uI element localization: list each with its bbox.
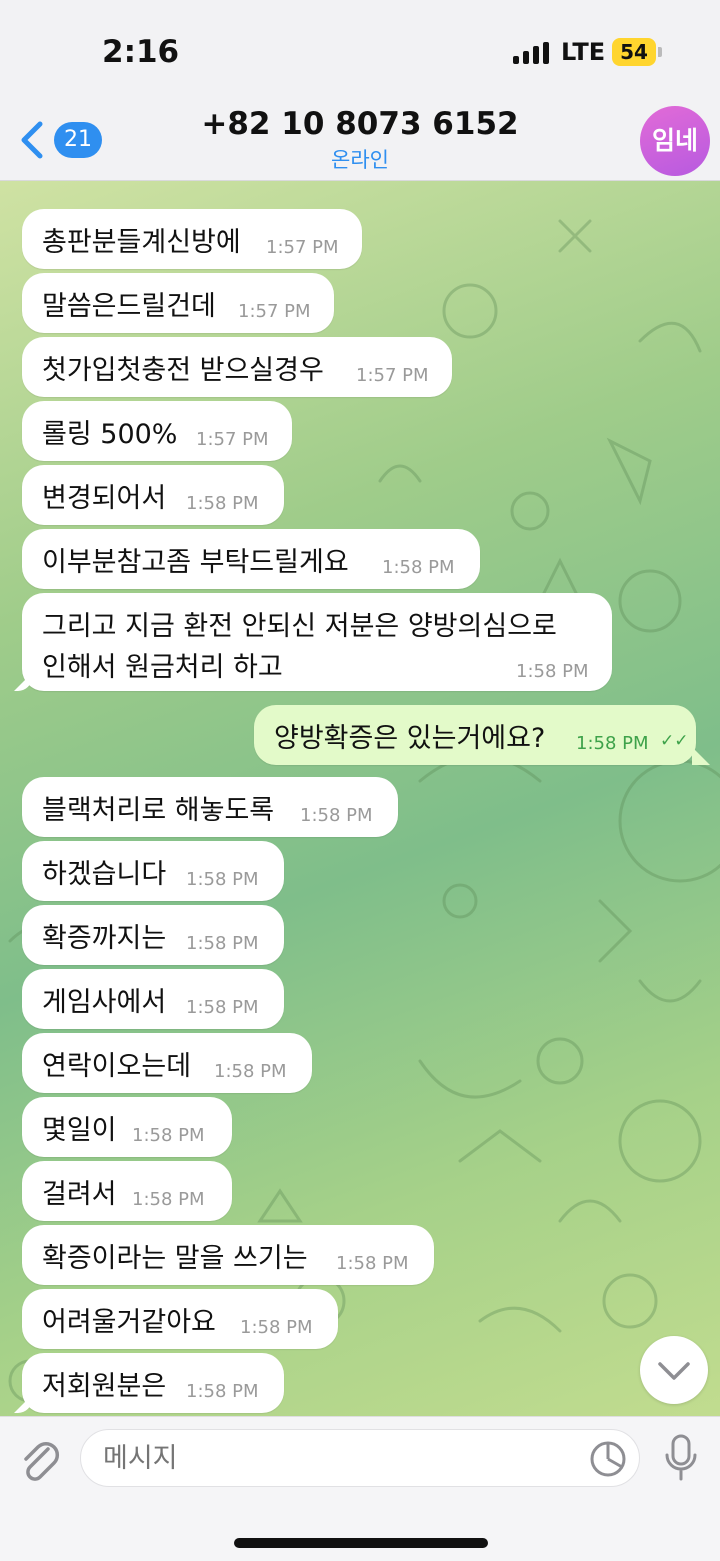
message-text: 양방확증은 있는거에요?	[274, 723, 546, 754]
home-indicator	[234, 1538, 488, 1548]
message-text: 저회원분은	[42, 1371, 167, 1402]
message-text: 이부분참고좀 부탁드릴게요	[42, 547, 349, 578]
message-time: 1:57 PM	[238, 301, 311, 322]
network-label: LTE	[561, 38, 606, 66]
avatar[interactable]: 임네	[640, 106, 710, 176]
message-bubble[interactable]: 걸려서 1:58 PM	[22, 1161, 232, 1221]
battery-icon: 54	[612, 38, 656, 66]
message-text: 확증까지는	[42, 923, 167, 954]
message-time: 1:58 PM	[186, 933, 259, 954]
message-time: 1:58 PM	[240, 1317, 313, 1338]
battery-tip	[658, 47, 662, 57]
message-text: 그리고 지금 환전 안되신 저분은 양방의심으로	[42, 611, 557, 642]
message-bubble[interactable]: 하겠습니다 1:58 PM	[22, 841, 284, 901]
message-text: 인해서 원금처리 하고	[42, 652, 283, 683]
chat-title[interactable]: +82 10 8073 6152	[0, 106, 720, 142]
message-bubble[interactable]: 변경되어서 1:58 PM	[22, 465, 284, 525]
signal-icon	[513, 42, 549, 64]
message-bubble[interactable]: 그리고 지금 환전 안되신 저분은 양방의심으로 인해서 원금처리 하고 1:5…	[14, 593, 612, 691]
message-text: 하겠습니다	[42, 859, 167, 890]
message-text: 게임사에서	[42, 987, 167, 1018]
message-time: 1:58 PM	[576, 733, 649, 754]
message-text: 연락이오는데	[42, 1051, 192, 1082]
message-time: 1:57 PM	[356, 365, 429, 386]
message-time: 1:58 PM	[132, 1189, 205, 1210]
message-bubble[interactable]: 어려울거같아요 1:58 PM	[22, 1289, 338, 1349]
message-time: 1:58 PM	[186, 493, 259, 514]
status-time: 2:16	[102, 34, 180, 70]
message-text: 확증이라는 말을 쓰기는	[42, 1243, 308, 1274]
message-time: 1:57 PM	[266, 237, 339, 258]
message-time: 1:58 PM	[186, 869, 259, 890]
message-bubble[interactable]: 롤링 500% 1:57 PM	[22, 401, 292, 461]
message-time: 1:58 PM	[214, 1061, 287, 1082]
message-bubble[interactable]: 저회원분은 1:58 PM	[14, 1353, 284, 1413]
chat-header: 2:16 LTE 54 21 +82 10 8073 6152 온라인 임네	[0, 0, 720, 181]
message-bubble[interactable]: 확증이라는 말을 쓰기는 1:58 PM	[22, 1225, 434, 1285]
message-text: 걸려서	[42, 1179, 117, 1210]
message-time: 1:58 PM	[336, 1253, 409, 1274]
message-time: 1:58 PM	[516, 661, 589, 682]
message-list[interactable]: 총판분들계신방에 1:57 PM 말씀은드릴건데 1:57 PM 첫가입첫충전 …	[0, 181, 720, 1416]
chevron-down-icon	[658, 1362, 690, 1380]
message-bubble[interactable]: 블랙처리로 해놓도록 1:58 PM	[22, 777, 398, 837]
message-time: 1:58 PM	[132, 1125, 205, 1146]
message-text: 총판분들계신방에	[42, 227, 241, 258]
message-bubble[interactable]: 첫가입첫충전 받으실경우 1:57 PM	[22, 337, 452, 397]
message-time: 1:58 PM	[382, 557, 455, 578]
message-time: 1:58 PM	[186, 997, 259, 1018]
message-text: 블랙처리로 해놓도록	[42, 795, 275, 826]
message-bubble[interactable]: 이부분참고좀 부탁드릴게요 1:58 PM	[22, 529, 480, 589]
message-bubble[interactable]: 확증까지는 1:58 PM	[22, 905, 284, 965]
scroll-to-bottom-button[interactable]	[640, 1336, 708, 1404]
message-time: 1:57 PM	[196, 429, 269, 450]
message-text: 어려울거같아요	[42, 1307, 216, 1338]
sticker-icon[interactable]	[588, 1439, 628, 1479]
message-time: 1:58 PM	[186, 1381, 259, 1402]
message-bubble[interactable]: 총판분들계신방에 1:57 PM	[22, 209, 362, 269]
message-text: 롤링 500%	[42, 419, 178, 450]
message-input[interactable]	[80, 1429, 640, 1487]
message-composer	[0, 1416, 720, 1561]
message-bubble[interactable]: 게임사에서 1:58 PM	[22, 969, 284, 1029]
message-text: 말씀은드릴건데	[42, 291, 216, 322]
message-text: 변경되어서	[42, 483, 167, 514]
double-check-icon: ✓✓	[660, 731, 689, 751]
paperclip-icon[interactable]	[18, 1437, 62, 1485]
message-time: 1:58 PM	[300, 805, 373, 826]
chat-status: 온라인	[331, 148, 389, 172]
message-text: 몇일이	[42, 1115, 117, 1146]
message-bubble[interactable]: 연락이오는데 1:58 PM	[22, 1033, 312, 1093]
message-bubble[interactable]: 몇일이 1:58 PM	[22, 1097, 232, 1157]
message-bubble-outgoing[interactable]: 양방확증은 있는거에요? 1:58 PM ✓✓	[254, 705, 710, 765]
message-text: 첫가입첫충전 받으실경우	[42, 355, 324, 386]
message-bubble[interactable]: 말씀은드릴건데 1:57 PM	[22, 273, 334, 333]
microphone-icon[interactable]	[662, 1433, 700, 1483]
